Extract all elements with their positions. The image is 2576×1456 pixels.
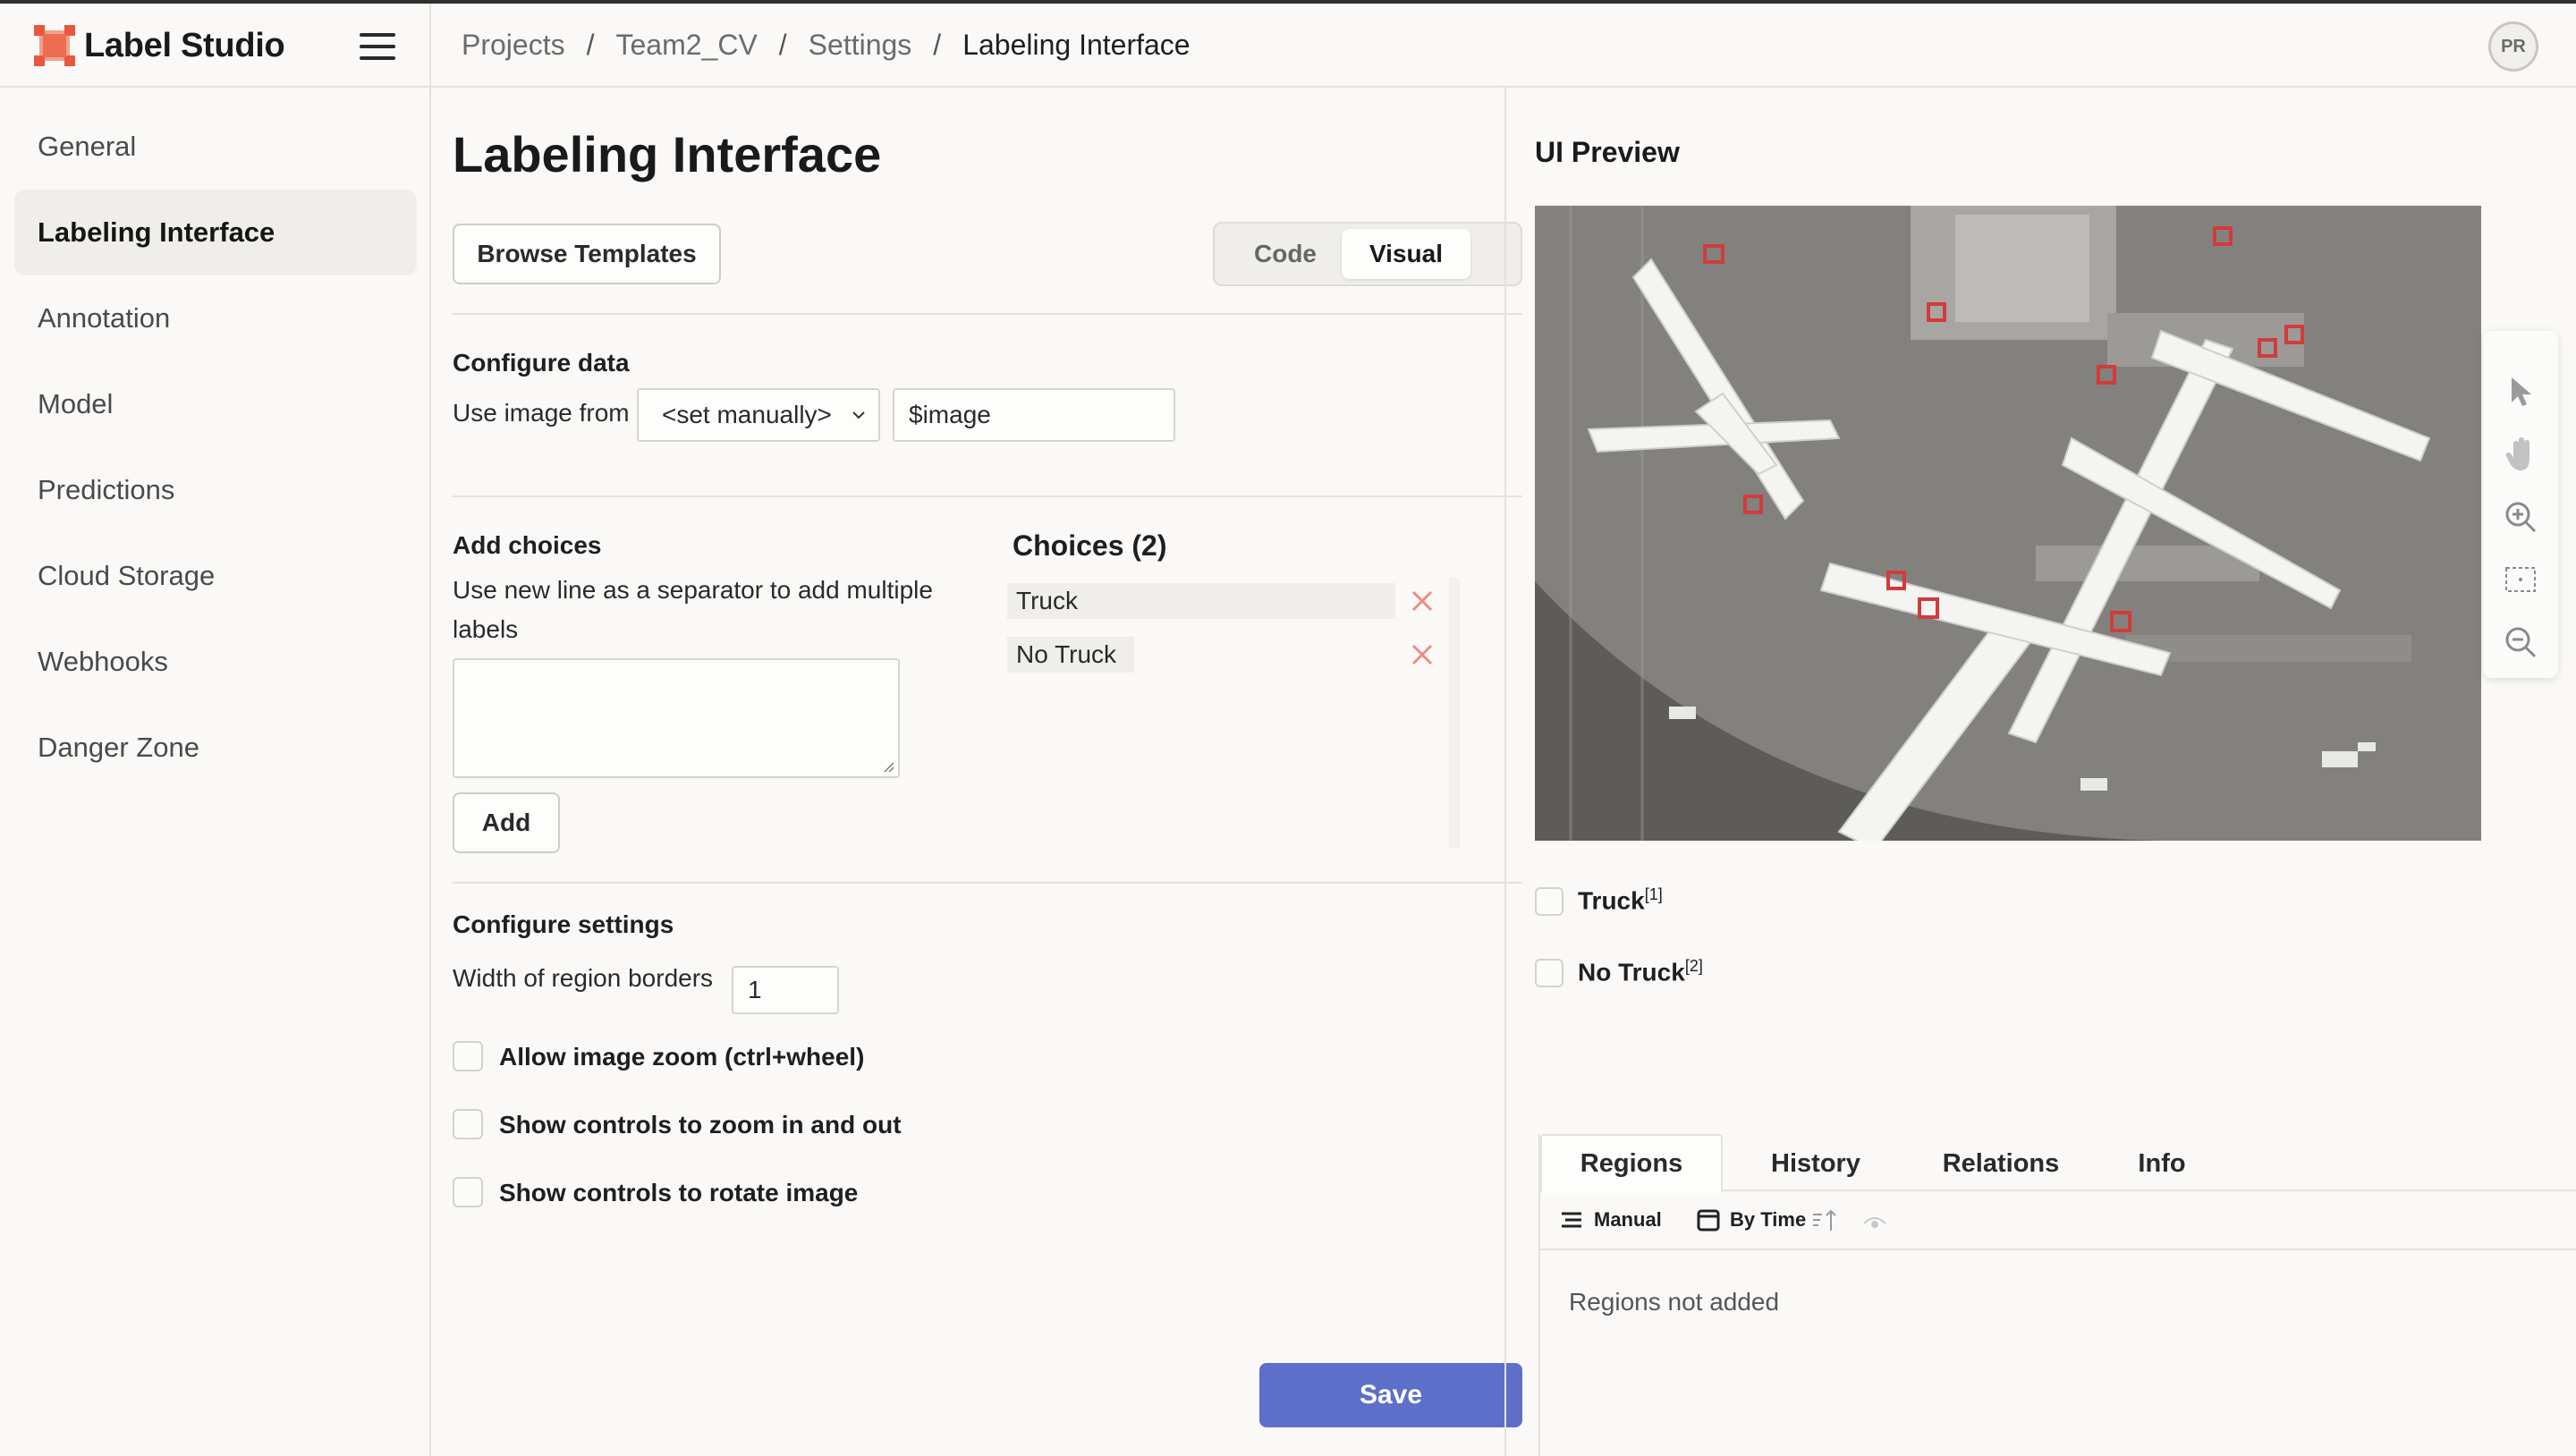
choices-scrollbar[interactable] [1449,578,1460,848]
breadcrumb-settings[interactable]: Settings [809,29,912,62]
sidebar-item-general[interactable]: General [14,104,417,190]
preview-image[interactable] [1535,206,2481,841]
tab-info[interactable]: Info [2113,1134,2211,1193]
image-source-value: <set manually> [662,401,832,428]
top-header: Label Studio Projects / Team2_CV / Setti… [0,4,2576,88]
zoom-controls-label: Show controls to zoom in and out [499,1111,902,1139]
preview-title: UI Preview [1535,136,1680,168]
breadcrumb-project[interactable]: Team2_CV [615,29,757,62]
truck-choice-label: Truck[1] [1578,885,1663,915]
remove-choice-icon[interactable] [1410,588,1435,614]
tab-code[interactable]: Code [1220,229,1351,279]
zoom-controls-checkbox[interactable] [453,1109,483,1139]
allow-zoom-checkbox[interactable] [453,1041,483,1071]
hand-icon[interactable] [2501,435,2540,474]
choice-label: No Truck [1016,640,1117,668]
sidebar-item-labeling-interface[interactable]: Labeling Interface [14,190,417,275]
add-choices-help: Use new line as a separator to add multi… [453,576,933,643]
browse-templates-button[interactable]: Browse Templates [453,224,721,284]
tab-visual[interactable]: Visual [1342,229,1470,279]
breadcrumb-current: Labeling Interface [962,29,1191,61]
choices-list-title: Choices (2) [1013,529,1167,562]
sidebar-item-danger-zone[interactable]: Danger Zone [14,705,417,791]
sidebar-item-predictions[interactable]: Predictions [14,447,417,533]
hotkey-hint: [1] [1644,885,1663,903]
sidebar-item-annotation[interactable]: Annotation [14,275,417,361]
chevron-down-icon [852,411,865,419]
add-choice-button[interactable]: Add [453,792,560,853]
truck-checkbox[interactable] [1535,887,1563,916]
app-logo[interactable]: Label Studio [34,25,285,66]
app-title: Label Studio [84,26,285,64]
breadcrumb-separator: / [933,29,942,61]
border-width-label: Width of region borders [453,964,714,992]
choice-label: Truck [1016,587,1078,614]
menu-icon[interactable] [360,33,395,60]
configure-settings-title: Configure settings [453,910,674,938]
breadcrumb-separator: / [586,29,595,61]
configure-data-title: Configure data [453,349,630,377]
sidebar-item-model[interactable]: Model [14,361,417,447]
user-avatar[interactable]: PR [2488,21,2538,72]
regions-sort-bar: Manual By Time [1540,1191,2576,1250]
breadcrumb-separator: / [778,29,787,61]
remove-choice-icon[interactable] [1410,642,1435,667]
ui-preview-panel: UI Preview Truck[1] No Truck[2] Regions … [1504,88,2576,1456]
sort-order-icon [1813,1209,1836,1231]
sidebar-item-webhooks[interactable]: Webhooks [14,619,417,705]
tab-relations[interactable]: Relations [1916,1134,2086,1193]
choice-item-no-truck: No Truck [1007,637,1134,673]
rotate-controls-checkbox[interactable] [453,1177,483,1207]
rotate-controls-label: Show controls to rotate image [499,1179,859,1206]
sort-by-time-button[interactable]: By Time [1696,1204,1838,1236]
image-toolbar [2483,331,2558,678]
tab-history[interactable]: History [1737,1134,1894,1193]
sidebar-item-cloud-storage[interactable]: Cloud Storage [14,533,417,619]
regions-empty-text: Regions not added [1569,1288,1780,1316]
border-width-input[interactable]: 1 [732,966,839,1014]
editor-mode-toggle: Code Visual [1213,222,1522,286]
divider [453,495,1522,497]
zoom-out-icon[interactable] [2501,622,2540,662]
image-variable-input[interactable]: $image [893,388,1175,442]
allow-zoom-label: Allow image zoom (ctrl+wheel) [499,1043,865,1071]
use-image-label: Use image from [453,399,630,427]
add-choices-title: Add choices [453,531,602,559]
header-divider [429,4,431,88]
divider [453,882,1522,884]
image-source-select[interactable]: <set manually> [637,388,880,442]
hotkey-hint: [2] [1684,957,1703,975]
no-truck-checkbox[interactable] [1535,959,1563,987]
calendar-icon [1697,1209,1720,1232]
list-icon [1562,1212,1581,1228]
choices-textarea[interactable] [453,658,900,778]
pointer-icon[interactable] [2501,372,2540,411]
eye-icon[interactable] [1862,1211,1887,1232]
breadcrumb-projects[interactable]: Projects [462,29,565,62]
manual-sort-button[interactable]: Manual [1560,1204,1662,1236]
divider [453,313,1522,315]
label-studio-logo-icon [34,25,75,66]
settings-sidebar: General Labeling Interface Annotation Mo… [0,88,431,1456]
fit-screen-icon[interactable] [2501,560,2540,599]
resize-grip-icon [884,762,894,773]
breadcrumb: Projects / Team2_CV / Settings / Labelin… [462,29,1191,62]
choice-item-truck: Truck [1007,583,1395,619]
no-truck-choice-label: No Truck[2] [1578,957,1703,986]
zoom-in-icon[interactable] [2501,497,2540,537]
labeling-interface-editor: Labeling Interface Browse Templates Code… [431,88,1522,1456]
panel-tabs: Regions History Relations Info [1540,1134,2576,1193]
save-button[interactable]: Save [1259,1363,1522,1427]
tab-regions[interactable]: Regions [1540,1134,1723,1193]
page-title: Labeling Interface [453,126,882,182]
regions-panel: Regions History Relations Info Manual By… [1538,1134,2576,1456]
